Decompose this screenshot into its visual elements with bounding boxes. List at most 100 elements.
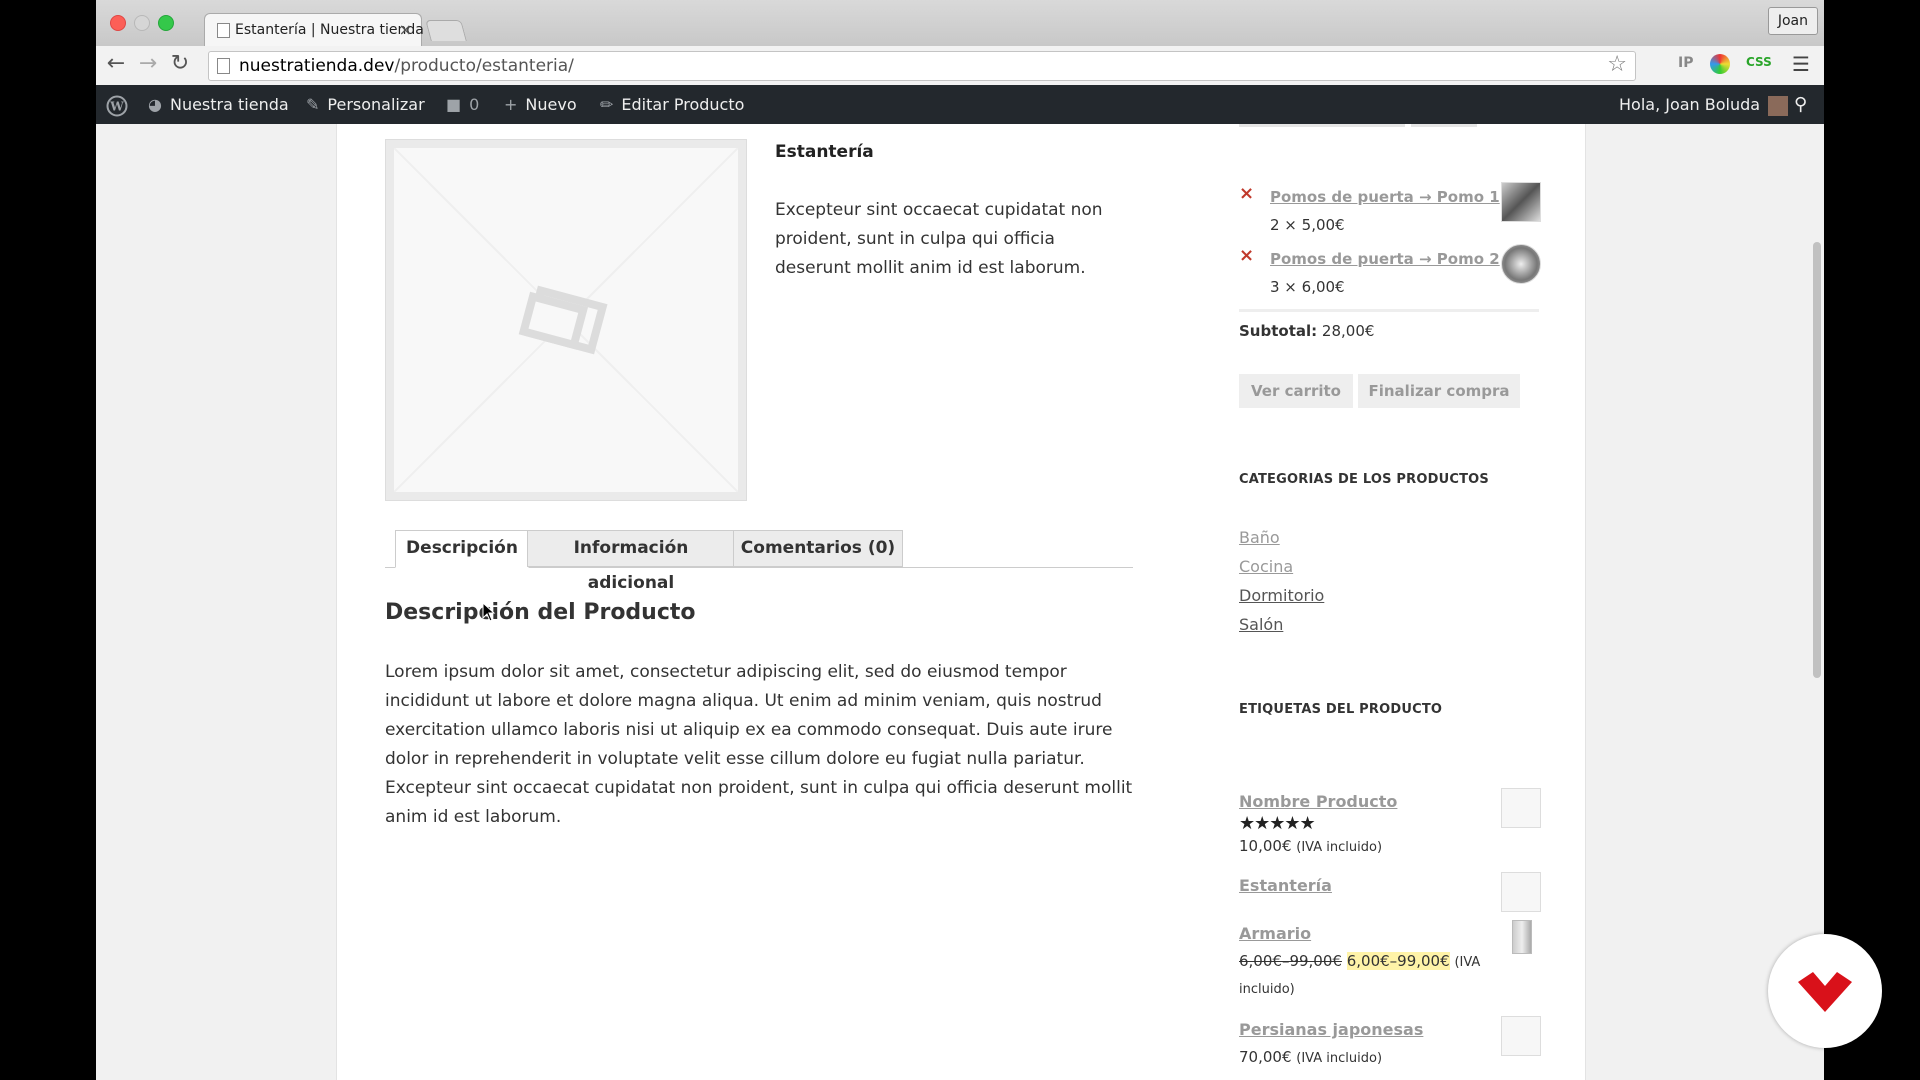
category-dormitorio-link[interactable]: Dormitorio — [1239, 586, 1324, 605]
avatar — [1768, 95, 1789, 116]
price-persianas: 70,00€ (IVA incluido) — [1239, 1048, 1382, 1066]
subtotal-label: Subtotal: — [1239, 322, 1318, 340]
plus-icon: + — [504, 95, 518, 114]
chrome-menu-icon[interactable]: ☰ — [1792, 52, 1810, 76]
tab-informacion-adicional[interactable]: Información adicional — [527, 530, 735, 593]
cart-item-2-link[interactable]: Pomos de puerta → Pomo 2 — [1270, 250, 1500, 268]
price-nombre-producto: 10,00€ (IVA incluido) — [1239, 837, 1382, 855]
category-cocina-link[interactable]: Cocina — [1239, 557, 1293, 576]
product-link-persianas[interactable]: Persianas japonesas — [1239, 1020, 1423, 1039]
header-remnant-2 — [1411, 124, 1477, 127]
close-window-button[interactable] — [110, 15, 126, 31]
tab-title: Estantería | Nuestra tienda — [235, 22, 424, 38]
product-link-estanteria[interactable]: Estantería — [1239, 876, 1332, 895]
bookmark-star-icon[interactable]: ☆ — [1607, 52, 1627, 77]
css-extension-icon[interactable]: CSS — [1746, 55, 1772, 69]
browser-toolbar: ← → ↻ nuestratienda.dev/producto/estante… — [96, 46, 1824, 86]
description-heading: Descripción del Producto — [385, 600, 696, 625]
new-label: Nuevo — [525, 95, 577, 114]
rating-stars-icon: ★★★★★ — [1239, 813, 1316, 834]
brand-logo-icon — [1798, 972, 1852, 1012]
admin-new-link[interactable]: + Nuevo — [504, 85, 577, 124]
tax-note: (IVA incluido) — [1296, 840, 1383, 855]
cart-item-1-thumbnail[interactable] — [1501, 182, 1541, 222]
tax-note: (IVA — [1454, 955, 1481, 970]
category-bano-link[interactable]: Baño — [1239, 528, 1280, 547]
ip-extension-icon[interactable]: IP — [1678, 55, 1693, 71]
view-cart-button[interactable]: Ver carrito — [1239, 374, 1353, 408]
comments-count: 0 — [469, 95, 480, 114]
url-text: nuestratienda.dev/producto/estanteria/ — [239, 56, 574, 76]
edit-product-label: Editar Producto — [621, 95, 745, 114]
close-tab-icon[interactable]: × — [399, 20, 412, 39]
subtotal-value: 28,00€ — [1321, 322, 1375, 340]
product-thumb-persianas[interactable] — [1501, 1016, 1541, 1056]
minimize-window-button[interactable] — [134, 15, 150, 31]
tax-note: (IVA incluido) — [1296, 1051, 1383, 1066]
new-tab-button[interactable] — [425, 20, 467, 41]
brush-icon: ✎ — [306, 95, 320, 114]
product-tabs: Descripción Información adicional Coment… — [385, 530, 1133, 593]
header-remnant — [1239, 124, 1405, 127]
site-name-label: Nuestra tienda — [169, 95, 289, 114]
back-arrow-icon[interactable]: ← — [102, 50, 130, 78]
page-viewport: Estantería Excepteur sint occaecat cupid… — [96, 124, 1824, 1080]
cart-item-2-thumbnail[interactable] — [1501, 244, 1541, 284]
checkout-button[interactable]: Finalizar compra — [1358, 374, 1520, 408]
cart-item-1-link[interactable]: Pomos de puerta → Pomo 1 — [1270, 188, 1500, 206]
address-bar[interactable]: nuestratienda.dev/producto/estanteria/ ☆ — [208, 51, 1636, 81]
product-image-placeholder[interactable] — [385, 139, 747, 501]
tags-widget-title: ETIQUETAS DEL PRODUCTO — [1239, 702, 1443, 717]
product-short-description: Excepteur sint occaecat cupidatat non pr… — [775, 200, 1103, 278]
cart-item-2-qty: 3 × 6,00€ — [1270, 278, 1345, 296]
wordpress-logo-icon[interactable]: W — [106, 85, 128, 124]
remove-item-2-icon[interactable]: × — [1239, 245, 1254, 266]
product-thumb-nombre-producto[interactable] — [1501, 788, 1541, 828]
categories-widget-title: CATEGORIAS DE LOS PRODUCTOS — [1239, 472, 1489, 487]
price-armario: 6,00€–99,00€ 6,00€–99,00€ (IVA — [1239, 952, 1480, 970]
brand-logo-badge — [1768, 934, 1882, 1048]
customize-label: Personalizar — [327, 95, 425, 114]
pencil-icon: ✏ — [600, 95, 614, 114]
product-link-armario[interactable]: Armario — [1239, 924, 1311, 943]
url-path: /producto/estanteria/ — [394, 56, 574, 76]
greeting-label: Hola, Joan Boluda — [1619, 95, 1761, 114]
admin-comments-link[interactable]: ■ 0 — [446, 85, 479, 124]
scrollbar-thumb[interactable] — [1813, 242, 1821, 678]
admin-customize-link[interactable]: ✎ Personalizar — [306, 85, 425, 124]
reload-icon[interactable]: ↻ — [166, 50, 194, 78]
product-thumb-estanteria[interactable] — [1501, 872, 1541, 912]
price-value: 10,00€ — [1239, 837, 1292, 855]
browser-tab-active[interactable]: Estantería | Nuestra tienda × — [204, 13, 424, 47]
price-value: 70,00€ — [1239, 1048, 1292, 1066]
forward-arrow-icon[interactable]: → — [134, 50, 162, 78]
dashboard-icon: ◕ — [148, 95, 162, 114]
page-favicon-icon — [217, 23, 230, 38]
color-extension-icon[interactable] — [1710, 54, 1730, 74]
tax-note-continued: incluido) — [1239, 982, 1295, 997]
product-link-nombre-producto[interactable]: Nombre Producto — [1239, 792, 1397, 811]
tab-comentarios[interactable]: Comentarios (0) — [733, 530, 903, 567]
old-price: 6,00€–99,00€ — [1239, 952, 1342, 970]
admin-edit-product-link[interactable]: ✏ Editar Producto — [600, 85, 744, 124]
browser-window: Estantería | Nuestra tienda × Joan ← → ↻… — [96, 0, 1824, 1080]
product-thumb-armario[interactable] — [1512, 920, 1532, 954]
admin-site-link[interactable]: ◕ Nuestra tienda — [148, 85, 289, 124]
tab-descripcion[interactable]: Descripción — [395, 530, 529, 568]
description-text: Lorem ipsum dolor sit amet, consectetur … — [385, 662, 1133, 827]
cart-divider — [1239, 309, 1539, 312]
maximize-window-button[interactable] — [158, 15, 174, 31]
wp-admin-bar: W ◕ Nuestra tienda ✎ Personalizar ■ 0 + Nuev… — [96, 85, 1824, 124]
admin-account-link[interactable]: Hola, Joan Boluda — [1619, 85, 1789, 124]
url-host: nuestratienda.dev — [239, 56, 395, 76]
svg-text:W: W — [109, 99, 124, 113]
category-salon-link[interactable]: Salón — [1239, 615, 1283, 634]
page-icon — [217, 58, 230, 74]
sale-price: 6,00€–99,00€ — [1346, 952, 1450, 970]
site-content: Estantería Excepteur sint occaecat cupid… — [336, 124, 1586, 1080]
mouse-cursor-icon — [482, 602, 496, 622]
admin-search-icon[interactable]: ⚲ — [1794, 85, 1807, 124]
profile-button[interactable]: Joan — [1767, 7, 1818, 35]
remove-item-1-icon[interactable]: × — [1239, 183, 1254, 204]
cart-item-1-qty: 2 × 5,00€ — [1270, 216, 1345, 234]
